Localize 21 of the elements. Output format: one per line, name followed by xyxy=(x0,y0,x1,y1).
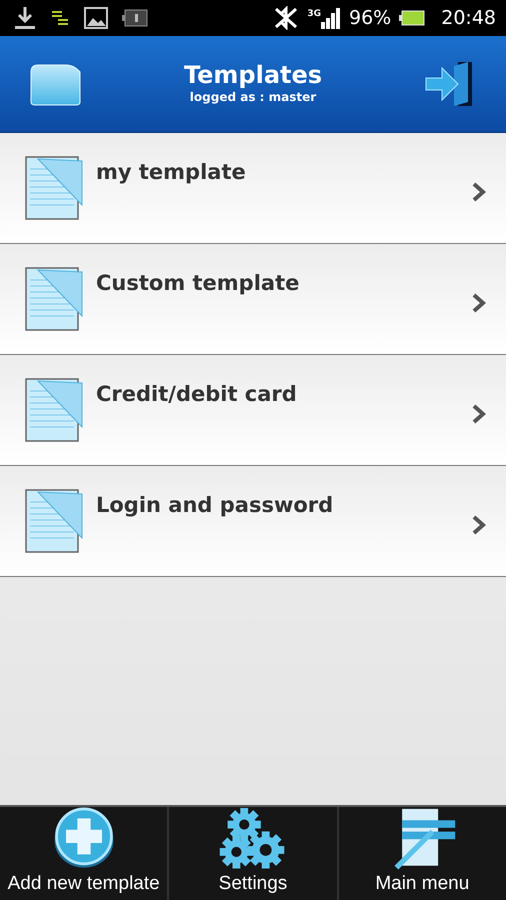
document-icon xyxy=(24,377,84,443)
download-icon xyxy=(14,6,36,30)
signal-icon xyxy=(321,7,341,29)
screen-title: Templates xyxy=(184,62,322,88)
battery-alert-icon xyxy=(122,9,148,27)
chevron-right-icon xyxy=(472,292,486,313)
chevron-right-icon xyxy=(472,514,486,535)
network-label: 3G xyxy=(307,8,321,21)
battery-percent: 96% xyxy=(349,6,392,31)
clock: 20:48 xyxy=(441,6,496,31)
document-icon xyxy=(24,155,84,221)
template-item[interactable]: Custom template xyxy=(0,244,506,355)
image-icon xyxy=(84,7,108,29)
document-icon xyxy=(24,266,84,332)
battery-icon xyxy=(399,10,426,26)
bluetooth-off-icon xyxy=(273,6,300,30)
chevron-right-icon xyxy=(472,182,486,202)
template-item[interactable]: my template xyxy=(0,133,506,244)
chevron-right-icon xyxy=(472,404,486,424)
document-icon xyxy=(24,488,84,554)
login-status: logged as : master xyxy=(188,89,318,106)
